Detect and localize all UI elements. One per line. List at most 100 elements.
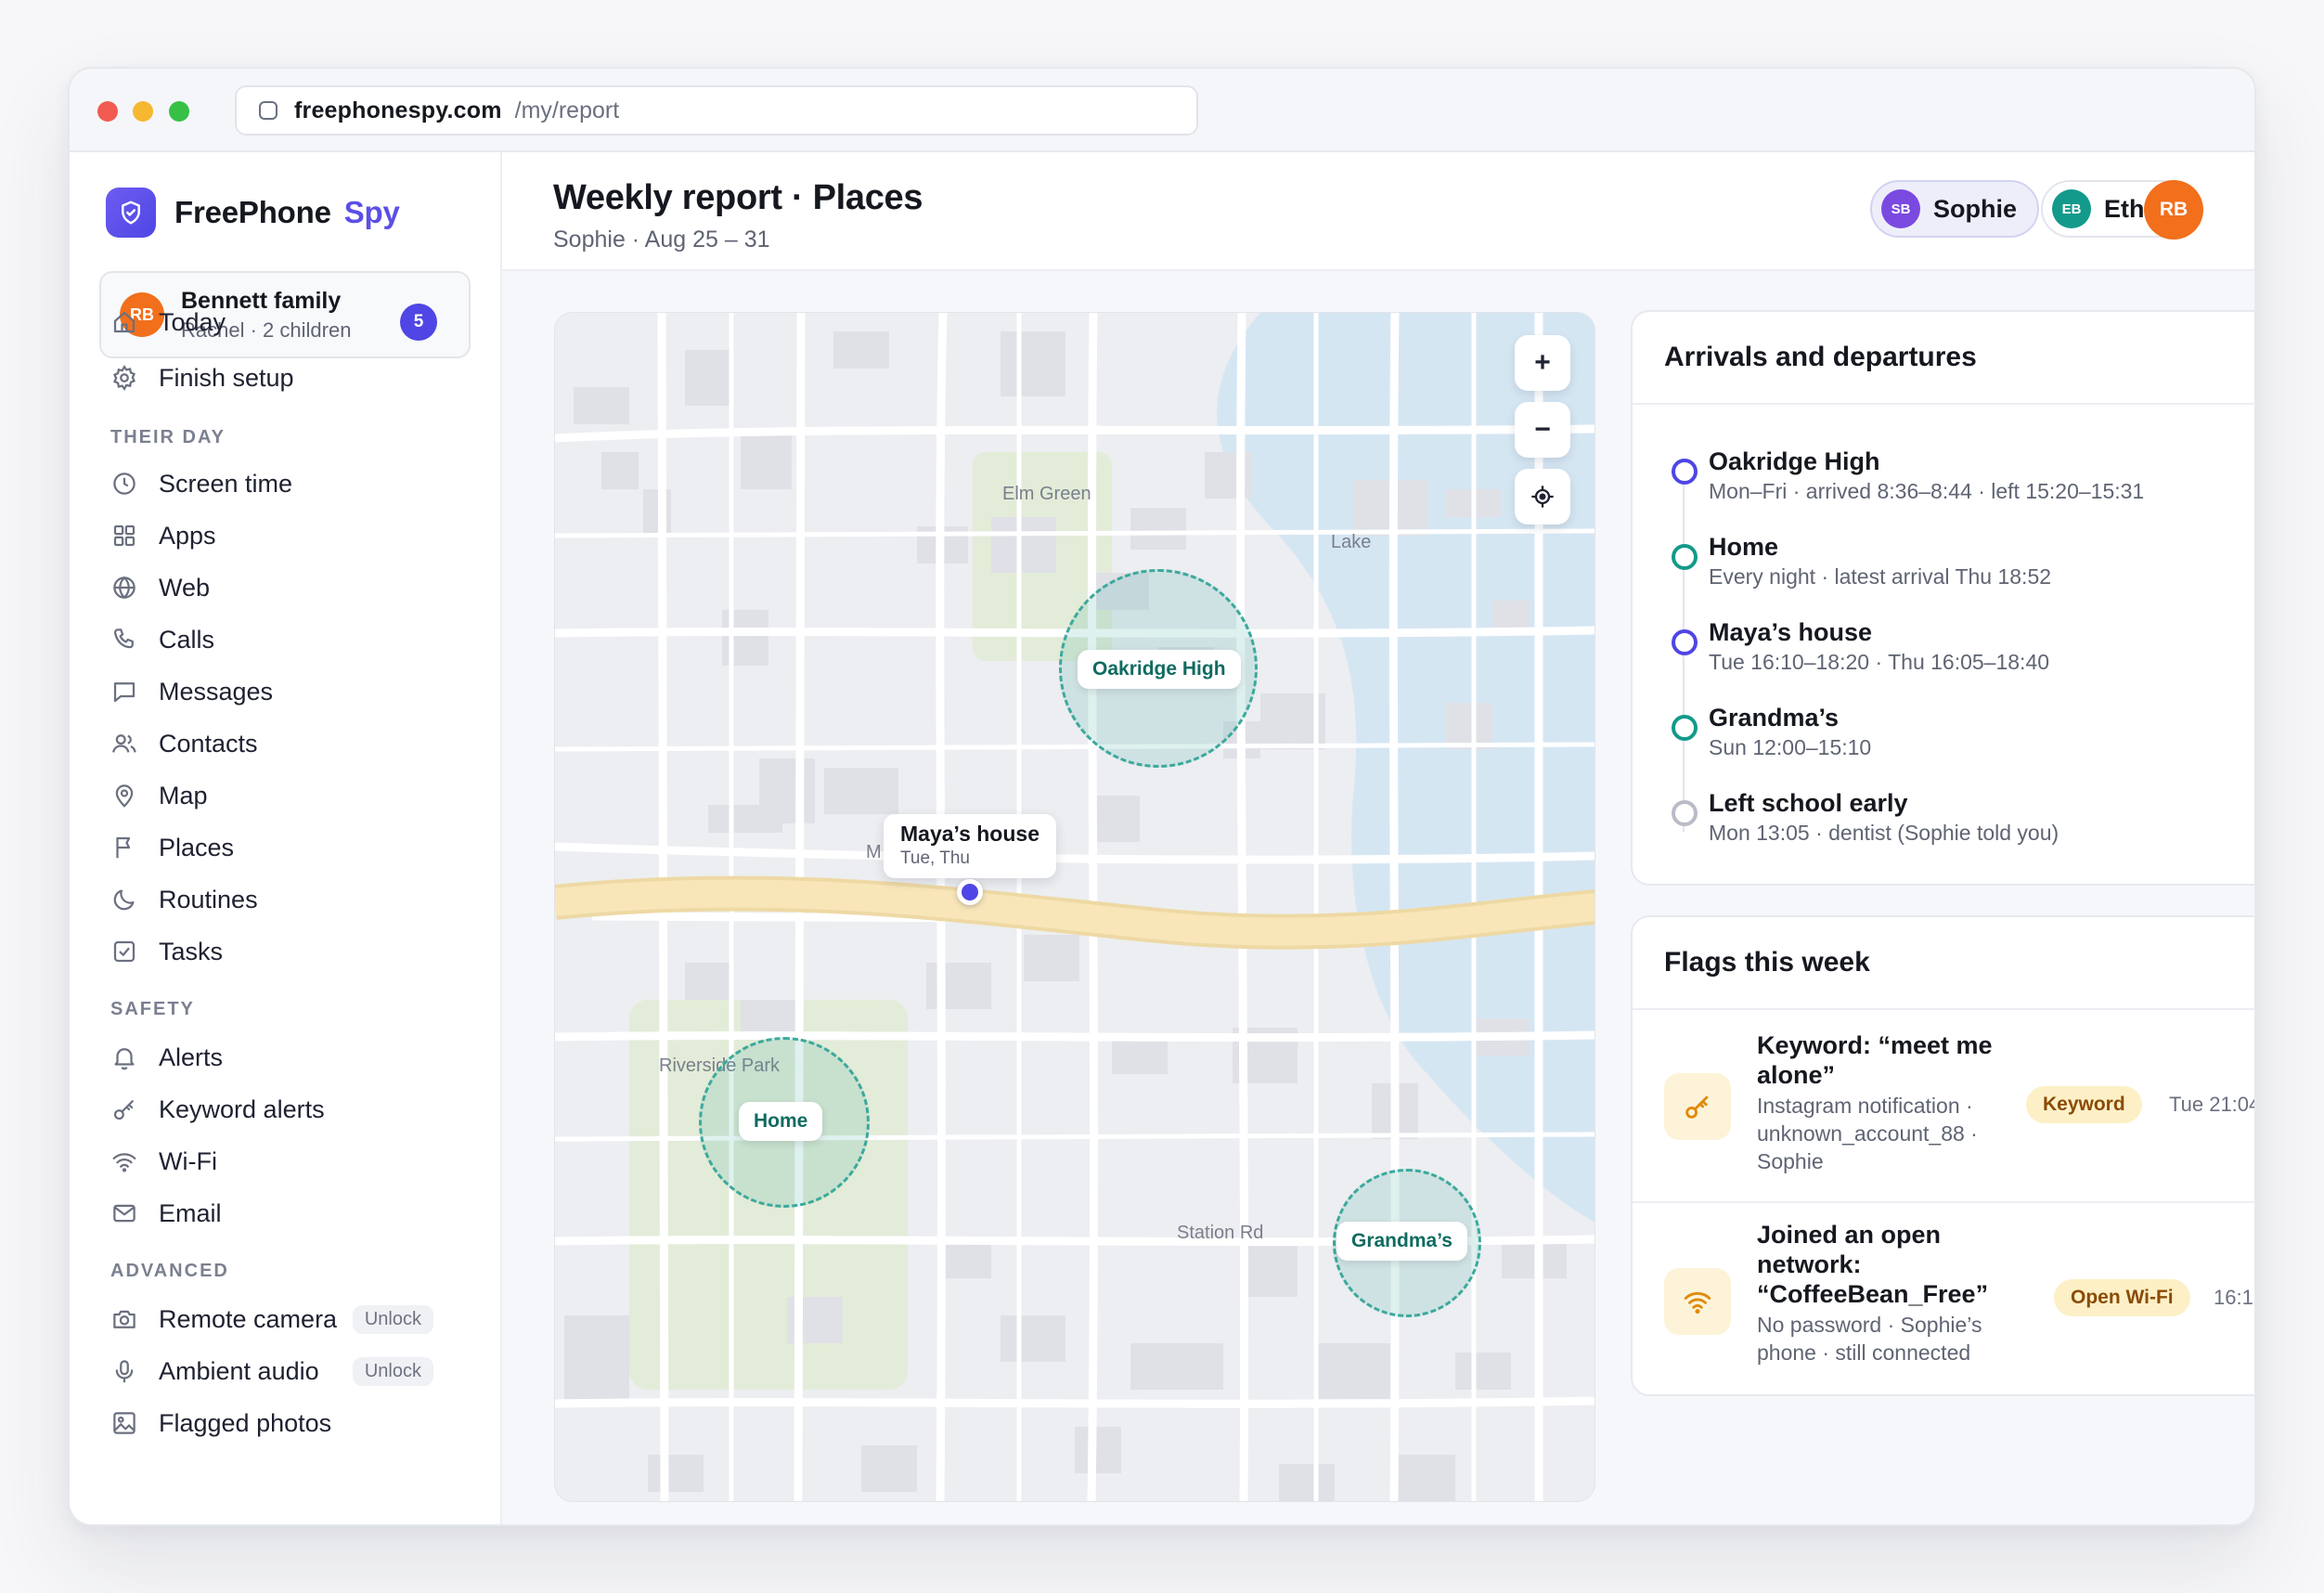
minimize-window-button[interactable]	[133, 101, 153, 122]
page-title: Weekly report · Places	[553, 178, 923, 217]
sidebar-item-label: Wi-Fi	[159, 1146, 217, 1175]
flag-detail-line: No password · Sophie’s	[1757, 1313, 1982, 1337]
sidebar-item-screen-time[interactable]: Screen time	[110, 462, 472, 505]
map-label-lake: Lake	[1331, 532, 1372, 552]
message-icon	[110, 678, 138, 706]
sidebar-item-map[interactable]: Map	[110, 774, 472, 817]
user-avatar[interactable]: RB	[2144, 180, 2203, 240]
geofence-label[interactable]: Home	[739, 1102, 823, 1141]
moon-icon	[110, 886, 138, 913]
flag-item-keyword[interactable]: Keyword: “meet me alone” Instagram notif…	[1633, 1010, 2256, 1203]
flag-detail-line: phone · still connected	[1757, 1340, 1971, 1365]
sidebar-item-label: Today	[159, 307, 226, 336]
sidebar-item-label: Email	[159, 1198, 222, 1227]
grid-icon	[110, 522, 138, 550]
camera-icon	[110, 1305, 138, 1333]
sidebar-item-tasks[interactable]: Tasks	[110, 930, 472, 973]
section-heading-their-day: THEIR DAY	[110, 427, 226, 447]
flag-title-line: Keyword: “meet me	[1757, 1031, 1993, 1059]
sidebar-item-label: Web	[159, 573, 211, 602]
timeline-detail: Tue 16:10–18:20 · Thu 16:05–18:40	[1709, 650, 2050, 674]
sidebar-item-label: Flagged photos	[159, 1408, 332, 1437]
sidebar-item-places[interactable]: Places	[110, 826, 472, 869]
maximize-window-button[interactable]	[169, 101, 189, 122]
geofence-label[interactable]: Oakridge High	[1078, 650, 1241, 689]
timeline-marker	[1672, 715, 1698, 741]
page-subtitle: Sophie · Aug 25 – 31	[553, 227, 770, 253]
main-content: Elm Green Lake Riverside Park Station Rd…	[502, 271, 2254, 1524]
child-name: Sophie	[1933, 194, 2018, 223]
browser-titlebar: freephonespy.com /my/report	[70, 69, 2254, 152]
child-avatar: EB	[2052, 189, 2091, 228]
clock-icon	[110, 470, 138, 498]
brand-name: FreePhone Spy	[174, 195, 400, 229]
section-heading-advanced: ADVANCED	[110, 1261, 229, 1281]
places-map[interactable]: Elm Green Lake Riverside Park Station Rd…	[554, 312, 1595, 1502]
timeline-marker	[1672, 544, 1698, 570]
zoom-out-button[interactable]: −	[1515, 402, 1570, 458]
geofence-label[interactable]: Grandma’s	[1336, 1222, 1467, 1261]
map-label-partial: M	[866, 842, 882, 862]
users-icon	[110, 730, 138, 758]
location-pin[interactable]	[957, 879, 983, 905]
flags-card: Flags this week Keyword: “meet me alone”…	[1631, 915, 2256, 1396]
recenter-button[interactable]	[1515, 469, 1570, 525]
bell-icon	[110, 1043, 138, 1071]
sidebar-item-label: Calls	[159, 625, 215, 654]
zoom-in-button[interactable]: +	[1515, 335, 1570, 391]
map-label-elm-green: Elm Green	[1002, 484, 1091, 504]
address-bar[interactable]: freephonespy.com /my/report	[235, 85, 1198, 136]
sidebar-item-alerts[interactable]: Alerts	[110, 1036, 472, 1079]
flag-item-open-wifi[interactable]: Joined an open network: “CoffeeBean_Free…	[1633, 1205, 2254, 1394]
sidebar-item-ambient-audio[interactable]: Ambient audio Unlock	[110, 1350, 472, 1392]
site-info-icon	[259, 101, 278, 120]
sidebar-item-label: Places	[159, 833, 235, 861]
sidebar-item-flagged-photos[interactable]: Flagged photos	[110, 1402, 472, 1444]
wifi-icon	[110, 1147, 138, 1175]
flag-title-line: network:	[1757, 1250, 1862, 1278]
sidebar-item-label: Remote camera	[159, 1304, 338, 1333]
flag-detail-line: Instagram notification ·	[1757, 1094, 1973, 1118]
sidebar-item-remote-camera[interactable]: Remote camera Unlock	[110, 1298, 472, 1340]
close-window-button[interactable]	[97, 101, 118, 122]
sidebar-item-keyword-alerts[interactable]: Keyword alerts	[110, 1088, 472, 1131]
checkbox-icon	[110, 938, 138, 965]
flag-timestamp: Tue 21:04	[2169, 1093, 2256, 1116]
flag-detail-line: unknown_account_88 ·	[1757, 1121, 1978, 1146]
sidebar-item-wifi[interactable]: Wi-Fi	[110, 1140, 472, 1183]
sidebar-item-messages[interactable]: Messages	[110, 670, 472, 713]
sidebar-item-routines[interactable]: Routines	[110, 878, 472, 921]
flag-timestamp: 16:12	[2214, 1286, 2254, 1309]
sidebar-item-contacts[interactable]: Contacts	[110, 722, 472, 765]
sidebar-item-label: Alerts	[159, 1043, 224, 1071]
timeline-marker	[1672, 629, 1698, 655]
sidebar-item-label: Apps	[159, 521, 216, 550]
place-pin-popup[interactable]: Maya’s house Tue, Thu	[884, 814, 1056, 878]
flag-title-line: Joined an open	[1757, 1221, 1942, 1249]
sidebar-item-apps[interactable]: Apps	[110, 514, 472, 557]
section-heading-safety: SAFETY	[110, 999, 195, 1019]
image-icon	[110, 1409, 138, 1437]
flag-title-line: “CoffeeBean_Free”	[1757, 1280, 1989, 1308]
sidebar-item-today[interactable]: Today 5	[110, 301, 472, 343]
home-icon	[110, 308, 138, 336]
flag-type-badge: Open Wi-Fi	[2054, 1279, 2190, 1316]
timeline-marker	[1672, 459, 1698, 485]
sidebar-item-calls[interactable]: Calls	[110, 618, 472, 661]
child-avatar: SB	[1881, 189, 1920, 228]
brand[interactable]: FreePhone Spy	[106, 188, 400, 238]
arrivals-title: Arrivals and departures	[1633, 312, 2254, 405]
sidebar-item-email[interactable]: Email	[110, 1192, 472, 1235]
globe-icon	[110, 574, 138, 602]
timeline-line	[1683, 479, 1685, 832]
timeline-detail: Every night · latest arrival Thu 18:52	[1709, 564, 2052, 589]
key-icon	[110, 1095, 138, 1123]
arrivals-card: Arrivals and departures Oakridge High Mo…	[1631, 310, 2254, 886]
sidebar-item-finish-setup[interactable]: Finish setup	[110, 356, 472, 399]
child-chip-sophie[interactable]: SB Sophie	[1870, 180, 2040, 238]
sidebar-item-web[interactable]: Web	[110, 566, 472, 609]
flags-title: Flags this week	[1633, 917, 2254, 1010]
phone-icon	[110, 626, 138, 654]
mail-icon	[110, 1199, 138, 1227]
microphone-icon	[110, 1357, 138, 1385]
